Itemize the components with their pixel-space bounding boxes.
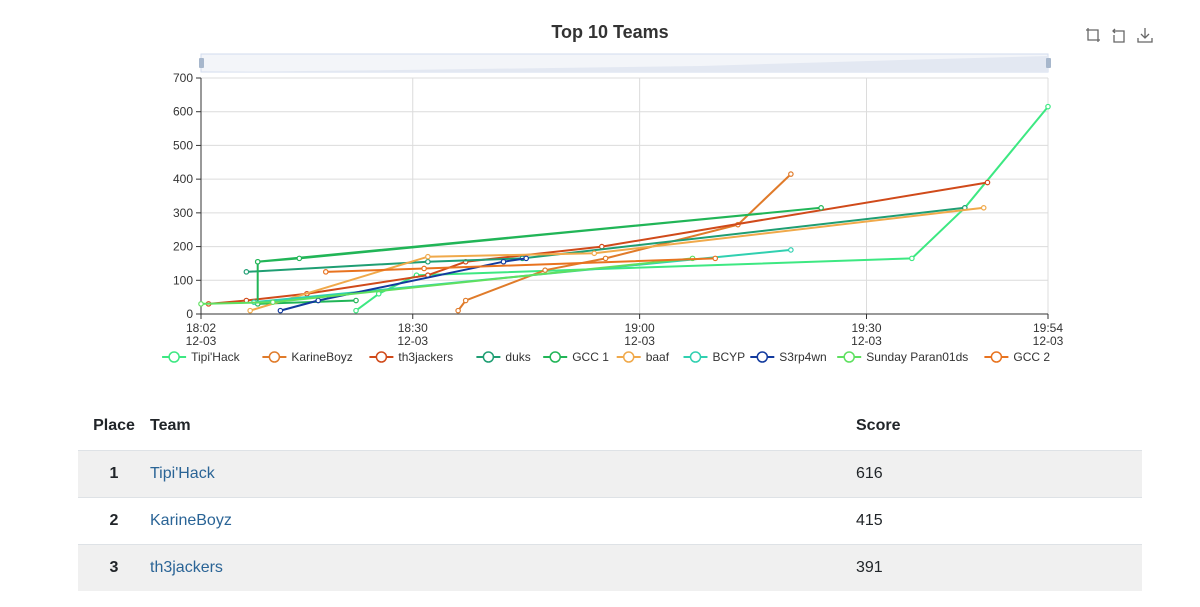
x-tick-label-date: 12-03 xyxy=(624,334,655,348)
place-cell: 3 xyxy=(78,544,150,591)
data-point xyxy=(425,258,431,265)
data-point xyxy=(542,267,548,273)
data-point xyxy=(523,255,529,262)
restore-icon[interactable] xyxy=(1110,26,1128,44)
legend-item: GCC 2 xyxy=(1013,350,1050,364)
data-point xyxy=(296,255,303,262)
team-cell: KarineBoyz xyxy=(150,497,856,545)
chart-toolbox xyxy=(1084,26,1154,44)
team-cell: th3jackers xyxy=(150,544,856,591)
place-cell: 1 xyxy=(78,450,150,498)
team-link[interactable]: th3jackers xyxy=(150,559,223,576)
zoom-slider-handle-right xyxy=(1046,58,1051,68)
y-tick-label: 100 xyxy=(173,273,193,287)
x-tick-label-time: 18:30 xyxy=(398,321,428,335)
score-chart: Top 10 Teams 0 100 200 300 400 500 600 700 18:02 1… xyxy=(0,0,1200,380)
chart-canvas: Top 10 Teams010020030040050060070018:021… xyxy=(162,22,1064,364)
data-point xyxy=(712,255,719,262)
x-tick-label-time: 18:02 xyxy=(186,321,216,335)
legend-swatch-marker xyxy=(268,351,281,363)
data-point xyxy=(322,269,329,275)
score-column-header: Score xyxy=(856,417,901,434)
data-point xyxy=(602,255,609,262)
data-point xyxy=(500,258,507,265)
data-point xyxy=(591,250,598,257)
legend-swatch-marker xyxy=(689,351,702,363)
score-cell: 391 xyxy=(856,544,1142,591)
data-point xyxy=(1045,103,1051,110)
legend-item: KarineBoyz xyxy=(291,350,352,364)
team-link[interactable]: KarineBoyz xyxy=(150,512,232,529)
legend-item: GCC 1 xyxy=(572,350,609,364)
data-point xyxy=(243,269,250,275)
y-tick-label: 700 xyxy=(173,71,193,85)
legend-swatch-marker xyxy=(482,351,495,363)
data-point xyxy=(270,299,276,306)
data-point xyxy=(818,205,824,211)
data-point xyxy=(315,297,322,304)
data-point xyxy=(909,255,915,262)
y-tick-label: 600 xyxy=(173,105,193,119)
legend-item: Sunday Paran01ds xyxy=(866,350,968,364)
table-row: 3 th3jackers 391 xyxy=(78,544,1142,591)
data-point xyxy=(247,307,253,314)
data-point xyxy=(198,301,204,307)
y-tick-label: 400 xyxy=(173,172,193,186)
x-tick-label-time: 19:30 xyxy=(851,321,881,335)
x-tick-label-time: 19:00 xyxy=(625,321,655,335)
legend-swatch-marker xyxy=(549,351,561,363)
legend-swatch-marker xyxy=(375,351,388,363)
data-point xyxy=(277,307,284,314)
team-link[interactable]: Tipi'Hack xyxy=(150,465,215,482)
legend-swatch-marker xyxy=(990,351,1003,363)
zoom-icon[interactable] xyxy=(1084,26,1102,44)
legend-swatch-marker xyxy=(168,351,180,363)
data-point xyxy=(984,179,991,186)
x-tick-label-date: 12-03 xyxy=(1033,334,1064,348)
data-point xyxy=(353,297,359,304)
data-point xyxy=(980,205,987,211)
legend-item: Tipi'Hack xyxy=(191,350,241,364)
place-column-header: Place xyxy=(93,417,135,434)
team-column-header: Team xyxy=(150,417,191,434)
y-tick-label: 0 xyxy=(186,307,193,321)
team-cell: Tipi'Hack xyxy=(150,450,856,498)
data-point xyxy=(425,253,431,260)
data-point xyxy=(788,247,794,253)
series-line xyxy=(208,181,988,305)
data-point xyxy=(421,265,427,272)
legend-swatch-marker xyxy=(622,351,635,363)
y-tick-label: 300 xyxy=(173,206,193,220)
table-header-row: Place Team Score xyxy=(78,402,1142,451)
chart-title: Top 10 Teams xyxy=(551,22,668,42)
zoom-slider-handle-left xyxy=(199,58,204,68)
x-tick-label-time: 19:54 xyxy=(1033,321,1063,335)
data-point xyxy=(455,307,461,314)
score-cell: 415 xyxy=(856,497,1142,545)
legend-item: BCYP xyxy=(713,350,746,364)
data-point xyxy=(254,258,261,265)
table-row: 1 Tipi'Hack 616 xyxy=(78,450,1142,498)
scoreboard-table: Place Team Score 1 Tipi'Hack 616 2 Karin… xyxy=(78,402,1142,591)
place-cell: 2 xyxy=(78,497,150,545)
data-point xyxy=(788,171,794,177)
x-tick-label-date: 12-03 xyxy=(397,334,428,348)
y-tick-label: 500 xyxy=(173,138,193,152)
legend-swatch-marker xyxy=(843,351,855,363)
data-point xyxy=(462,297,469,304)
legend-item: th3jackers xyxy=(398,350,453,364)
x-tick-label-date: 12-03 xyxy=(851,334,882,348)
legend-item: baaf xyxy=(646,350,670,364)
table-row: 2 KarineBoyz 415 xyxy=(78,497,1142,545)
x-tick-label-date: 12-03 xyxy=(186,334,217,348)
legend-swatch-marker xyxy=(756,351,769,363)
y-tick-label: 200 xyxy=(173,240,193,254)
data-point xyxy=(353,307,359,314)
data-point xyxy=(599,243,605,250)
legend-item: S3rp4wn xyxy=(779,350,826,364)
score-cell: 616 xyxy=(856,450,1142,498)
legend-item: duks xyxy=(505,350,530,364)
download-icon[interactable] xyxy=(1136,26,1154,44)
